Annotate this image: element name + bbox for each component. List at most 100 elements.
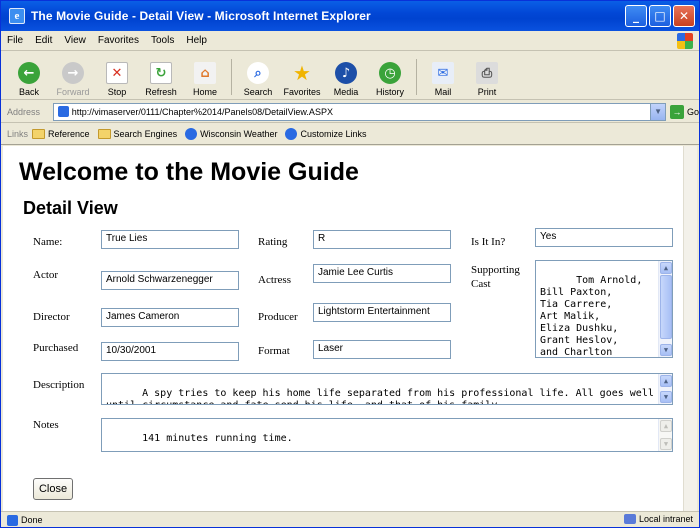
stop-button[interactable]: ✕ Stop <box>97 55 137 99</box>
description-label: Description <box>33 379 85 391</box>
browser-window: e The Movie Guide - Detail View - Micros… <box>0 0 700 528</box>
forward-button[interactable]: → Forward <box>53 55 93 99</box>
link-label: Reference <box>48 129 90 139</box>
scroll-up-icon[interactable]: ▲ <box>660 420 672 432</box>
mail-label: Mail <box>434 87 452 97</box>
notes-textarea[interactable]: 141 minutes running time. ▲ ▼ <box>101 418 673 452</box>
scroll-up-icon[interactable]: ▲ <box>660 262 672 274</box>
link-wisconsin-weather[interactable]: Wisconsin Weather <box>185 128 277 140</box>
title-bar[interactable]: e The Movie Guide - Detail View - Micros… <box>1 1 699 31</box>
history-icon: ◷ <box>379 62 401 84</box>
address-dropdown-icon[interactable]: ▼ <box>650 103 666 120</box>
menu-view[interactable]: View <box>58 35 92 46</box>
refresh-button[interactable]: ↻ Refresh <box>141 55 181 99</box>
address-input[interactable]: http://vimaserver/0111/Chapter%2014/Pane… <box>52 102 667 121</box>
scroll-down-icon[interactable]: ▼ <box>660 344 672 356</box>
search-label: Search <box>243 87 273 97</box>
home-button[interactable]: ⌂ Home <box>185 55 225 99</box>
favorites-button[interactable]: ★ Favorites <box>282 55 322 99</box>
director-label: Director <box>33 311 70 323</box>
window-title: The Movie Guide - Detail View - Microsof… <box>31 9 371 23</box>
actor-label: Actor <box>33 269 59 281</box>
minimize-button[interactable]: _ <box>625 5 647 27</box>
link-search-engines[interactable]: Search Engines <box>97 129 177 139</box>
go-arrow-icon[interactable]: → <box>670 104 684 119</box>
description-text: A spy tries to keep his home life separa… <box>106 388 654 404</box>
toolbar-separator <box>416 59 417 95</box>
scroll-down-icon[interactable]: ▼ <box>660 438 672 450</box>
media-label: Media <box>333 87 359 97</box>
close-window-button[interactable]: ✕ <box>673 5 695 27</box>
scroll-up-icon[interactable]: ▲ <box>660 375 672 387</box>
format-label: Format <box>258 345 290 357</box>
scrollbar[interactable]: ▲ ▼ <box>658 374 672 404</box>
forward-label: Forward <box>56 87 90 97</box>
page-icon <box>57 106 69 117</box>
print-button[interactable]: ⎙ Print <box>467 55 507 99</box>
history-label: History <box>375 87 404 97</box>
back-button[interactable]: ← Back <box>9 55 49 99</box>
rating-field[interactable]: R <box>313 230 451 249</box>
producer-label: Producer <box>258 311 298 323</box>
folder-icon <box>32 129 46 139</box>
address-label: Address <box>7 106 41 117</box>
ie-page-icon <box>285 128 298 140</box>
search-button[interactable]: ⌕ Search <box>238 55 278 99</box>
name-field[interactable]: True Lies <box>101 230 239 249</box>
supporting-cast-textarea[interactable]: Tom Arnold, Bill Paxton, Tia Carrere, Ar… <box>535 260 673 358</box>
page-content: Welcome to the Movie Guide Detail View N… <box>3 146 683 511</box>
format-field[interactable]: Laser <box>313 340 451 359</box>
media-button[interactable]: ♪ Media <box>326 55 366 99</box>
scrollbar[interactable]: ▲ ▼ <box>658 261 672 357</box>
history-button[interactable]: ◷ History <box>370 55 410 99</box>
media-icon: ♪ <box>335 62 357 84</box>
page-scrollbar[interactable] <box>683 146 697 511</box>
status-text: Done <box>21 515 43 525</box>
notes-label: Notes <box>33 419 59 431</box>
scrollbar[interactable]: ▲ ▼ <box>658 419 672 451</box>
windows-logo-icon <box>677 33 693 49</box>
window-controls: _ □ ✕ <box>625 5 695 27</box>
is-it-in-label: Is It In? <box>471 236 506 248</box>
link-reference[interactable]: Reference <box>32 129 90 139</box>
scroll-thumb[interactable] <box>660 275 672 339</box>
mail-button[interactable]: ✉ Mail <box>423 55 463 99</box>
description-textarea[interactable]: A spy tries to keep his home life separa… <box>101 373 673 405</box>
producer-field[interactable]: Lightstorm Entertainment <box>313 303 451 322</box>
back-arrow-icon: ← <box>18 62 40 84</box>
favorites-label: Favorites <box>283 87 321 97</box>
address-url: http://vimaserver/0111/Chapter%2014/Pane… <box>71 106 333 117</box>
menu-help[interactable]: Help <box>180 35 213 46</box>
director-field[interactable]: James Cameron <box>101 308 239 327</box>
link-customize-links[interactable]: Customize Links <box>285 128 367 140</box>
link-label: Customize Links <box>300 129 367 139</box>
menu-edit[interactable]: Edit <box>29 35 58 46</box>
ie-icon: e <box>9 8 25 24</box>
actor-field[interactable]: Arnold Schwarzenegger <box>101 271 239 290</box>
links-label: Links <box>7 129 29 139</box>
actress-field[interactable]: Jamie Lee Curtis <box>313 264 451 283</box>
purchased-label: Purchased <box>33 342 79 354</box>
printer-icon: ⎙ <box>476 62 498 84</box>
zone-label: Local intranet <box>638 514 693 524</box>
purchased-field[interactable]: 10/30/2001 <box>101 342 239 361</box>
menu-file[interactable]: File <box>1 35 29 46</box>
home-label: Home <box>192 87 217 97</box>
page-title: Welcome to the Movie Guide <box>19 158 359 186</box>
folder-icon <box>97 129 111 139</box>
menu-tools[interactable]: Tools <box>145 35 180 46</box>
is-it-in-field[interactable]: Yes <box>535 228 673 247</box>
actress-label: Actress <box>258 274 291 286</box>
name-label: Name: <box>33 236 63 248</box>
scroll-down-icon[interactable]: ▼ <box>660 391 672 403</box>
star-icon: ★ <box>293 61 311 85</box>
toolbar-separator <box>231 59 232 95</box>
maximize-button[interactable]: □ <box>649 5 671 27</box>
links-bar: Links Reference Search Engines Wisconsin… <box>1 124 699 145</box>
refresh-label: Refresh <box>145 87 177 97</box>
go-button[interactable]: Go <box>687 107 699 117</box>
security-zone: Local intranet <box>623 514 693 524</box>
close-button[interactable]: Close <box>33 478 73 500</box>
menu-favorites[interactable]: Favorites <box>92 35 145 46</box>
stop-icon: ✕ <box>106 62 128 84</box>
